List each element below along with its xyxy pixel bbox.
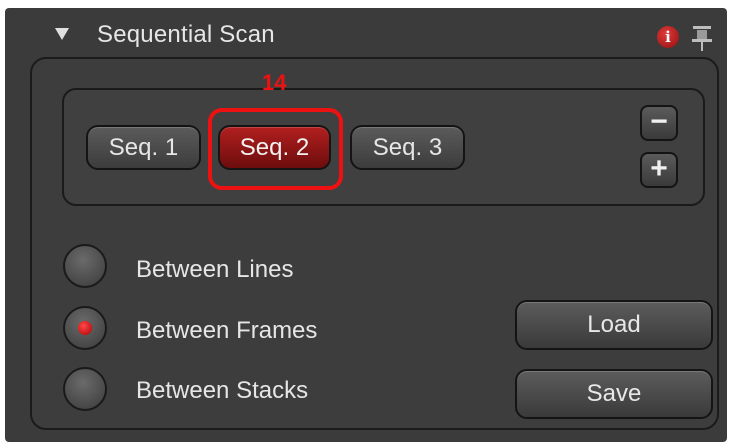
panel-header[interactable]: Sequential Scan i: [5, 8, 727, 64]
annotation-highlight-box: [208, 108, 343, 190]
plus-icon: +: [650, 152, 668, 185]
pin-icon[interactable]: [690, 24, 714, 52]
triangle-down-icon[interactable]: [55, 28, 69, 40]
add-sequence-button[interactable]: +: [640, 152, 678, 188]
radio-between-lines[interactable]: [63, 244, 107, 288]
panel-title: Sequential Scan: [97, 21, 275, 48]
seq-1-button[interactable]: Seq. 1: [86, 125, 201, 170]
remove-sequence-button[interactable]: −: [640, 105, 678, 141]
radio-label-between-stacks: Between Stacks: [136, 377, 309, 404]
annotation-number: 14: [262, 70, 287, 95]
radio-label-between-frames: Between Frames: [136, 317, 318, 344]
radio-between-frames[interactable]: [63, 306, 107, 350]
seq-3-button[interactable]: Seq. 3: [350, 125, 465, 170]
save-button[interactable]: Save: [515, 369, 713, 419]
radio-label-between-lines: Between Lines: [136, 256, 294, 283]
load-button[interactable]: Load: [515, 300, 713, 350]
info-icon[interactable]: i: [657, 26, 679, 48]
radio-between-stacks[interactable]: [63, 367, 107, 411]
radio-selected-dot: [78, 321, 92, 335]
minus-icon: −: [650, 105, 668, 138]
